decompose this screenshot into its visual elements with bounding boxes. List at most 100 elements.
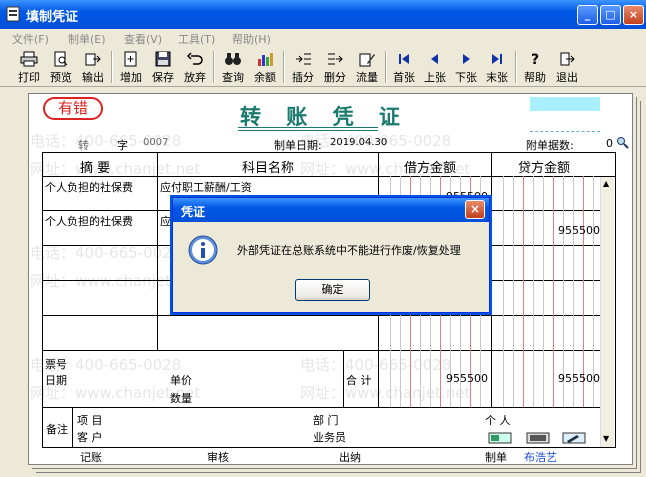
minimize-button[interactable]: _: [577, 5, 598, 25]
balance-button[interactable]: 余额: [251, 50, 279, 86]
total-credit: 955500: [558, 372, 600, 385]
quantity-label: 数量: [170, 392, 192, 405]
menu-file[interactable]: 文件(F): [12, 31, 49, 47]
scroll-up-icon[interactable]: ▲: [603, 179, 609, 188]
audit-label: 审核: [207, 451, 229, 464]
row1-account[interactable]: 应付职工薪酬/工资: [160, 179, 252, 195]
save-icon: [155, 51, 171, 67]
cashier-label: 出纳: [339, 451, 361, 464]
save-button[interactable]: 保存: [149, 50, 177, 86]
maximize-button[interactable]: □: [600, 5, 621, 25]
customer-label: 客 户: [77, 431, 103, 444]
undo-icon: [186, 52, 203, 65]
row2-credit[interactable]: 955500: [510, 224, 600, 237]
menu-voucher[interactable]: 制单(E): [68, 31, 106, 47]
exit-icon: [560, 52, 575, 66]
insert-row-icon: [296, 53, 311, 65]
first-button[interactable]: 首张: [390, 50, 418, 86]
toolbar-separator: [111, 51, 113, 83]
last-button[interactable]: 末张: [483, 50, 511, 86]
voucher-date[interactable]: 2019.04.30: [330, 137, 387, 148]
table-icon[interactable]: [526, 432, 550, 444]
dialog-close-button[interactable]: ×: [465, 200, 485, 219]
menu-view[interactable]: 查看(V): [124, 31, 162, 47]
card-icon[interactable]: [488, 432, 512, 444]
total-label: 合 计: [346, 374, 372, 387]
window-title: 填制凭证: [26, 10, 79, 25]
preview-icon: [54, 51, 68, 67]
last-icon: [492, 54, 502, 64]
project-label: 项 目: [77, 414, 103, 427]
next-icon: [463, 54, 470, 64]
status-stamp: 有错: [43, 97, 103, 120]
toolbar-separator: [385, 51, 387, 83]
print-button[interactable]: 打印: [16, 50, 42, 86]
grid-line: [42, 407, 600, 408]
add-icon: [124, 51, 137, 67]
previous-button[interactable]: 上张: [421, 50, 449, 86]
unit-price-label: 单价: [170, 374, 192, 387]
exit-button[interactable]: 退出: [553, 50, 581, 86]
bookkeeping-label: 记账: [80, 451, 102, 464]
add-button[interactable]: 增加: [117, 50, 145, 86]
voucher-dialog: 凭证 × 外部凭证在总账系统中不能进行作废/恢复处理 确定: [172, 197, 490, 313]
next-button[interactable]: 下张: [452, 50, 480, 86]
toolbar: 打印 预览 输出 增加 保存 放弃 查询 余额 插分 删分 流量 首张 上张 下…: [0, 47, 646, 87]
date-footer-label: 日期: [45, 374, 67, 387]
header-debit: 借方金额: [404, 161, 457, 176]
edit-icon[interactable]: [562, 432, 586, 444]
grid-line: [72, 407, 73, 447]
grid-line: [42, 315, 600, 316]
delete-row-icon: [328, 53, 343, 65]
row2-account[interactable]: 应: [160, 213, 171, 229]
dialog-titlebar: 凭证 ×: [173, 198, 489, 222]
voucher-stamp-area: [530, 97, 600, 111]
toolbar-separator: [515, 51, 517, 83]
first-icon: [399, 54, 409, 64]
menu-tools[interactable]: 工具(T): [178, 31, 215, 47]
preview-button[interactable]: 预览: [47, 50, 75, 86]
grid-line: [491, 152, 492, 407]
row2-summary[interactable]: 个人负担的社保费: [45, 213, 133, 229]
row1-summary[interactable]: 个人负担的社保费: [45, 179, 133, 195]
title-underline: [238, 127, 378, 131]
salesman-label: 业务员: [313, 431, 346, 444]
bar-chart-icon: [258, 53, 273, 66]
vertical-scrollbar[interactable]: ▲ ▼: [600, 177, 614, 447]
attachments-label: 附单据数:: [526, 139, 574, 152]
dialog-title: 凭证: [181, 205, 206, 219]
header-summary: 摘 要: [80, 161, 111, 176]
insert-split-button[interactable]: 插分: [289, 50, 317, 86]
svg-text:?: ?: [531, 52, 539, 67]
query-button[interactable]: 查询: [219, 50, 247, 86]
delete-split-button[interactable]: 删分: [321, 50, 349, 86]
header-account: 科目名称: [242, 161, 295, 176]
header-credit: 贷方金额: [518, 161, 571, 176]
toolbar-separator: [283, 51, 285, 83]
date-label: 制单日期:: [274, 139, 322, 152]
menu-help[interactable]: 帮助(H): [232, 31, 271, 47]
maker-name: 布浩艺: [524, 451, 557, 464]
search-icon[interactable]: [616, 136, 629, 149]
attachments-count[interactable]: 0: [606, 137, 613, 150]
close-button[interactable]: ×: [623, 5, 644, 25]
binoculars-icon: [225, 53, 241, 65]
voucher-zi-label: 字: [117, 139, 128, 152]
previous-icon: [431, 54, 438, 64]
voucher-number[interactable]: 0007: [143, 137, 168, 148]
voucher-type[interactable]: 转: [78, 137, 89, 153]
scroll-down-icon[interactable]: ▼: [603, 434, 609, 443]
cashflow-button[interactable]: 流量: [353, 50, 381, 86]
ok-button[interactable]: 确定: [295, 279, 370, 301]
grid-line: [42, 350, 600, 351]
help-button[interactable]: ? 帮助: [521, 50, 549, 86]
maker-label: 制单: [485, 451, 507, 464]
notes-label: 备注: [46, 423, 68, 436]
export-icon: [85, 53, 101, 66]
export-button[interactable]: 输出: [79, 50, 107, 86]
toolbar-separator: [213, 51, 215, 83]
person-label: 个 人: [485, 414, 511, 427]
info-icon: [188, 235, 218, 265]
printer-icon: [20, 51, 38, 67]
discard-button[interactable]: 放弃: [181, 50, 209, 86]
